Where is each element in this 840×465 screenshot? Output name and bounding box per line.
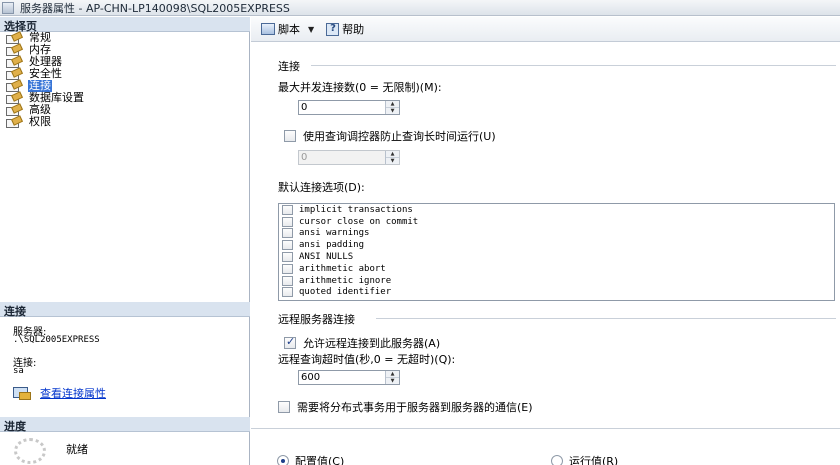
- remote-timeout-label: 远程查询超时值(秒,0 = 无超时)(Q):: [278, 353, 456, 366]
- remote-timeout-stepper[interactable]: 600 ▲ ▼: [298, 370, 400, 385]
- progress-area: 就绪: [0, 432, 250, 465]
- left-pane: 选择页 常规 内存 处理器 安全性 连接 数据库设置 高级 权限 连接 服务器:…: [0, 17, 250, 465]
- max-connections-stepper[interactable]: 0 ▲ ▼: [298, 100, 400, 115]
- connection-info: 服务器: .\SQL2005EXPRESS 连接: sa 查看连接属性: [0, 317, 250, 415]
- query-governor-stepper[interactable]: 0 ▲ ▼: [298, 150, 400, 165]
- option-label: ANSI NULLS: [299, 252, 354, 263]
- option-label: cursor close on commit: [299, 216, 419, 227]
- list-item[interactable]: ansi warnings: [279, 228, 834, 240]
- option-label: arithmetic ignore: [299, 275, 392, 286]
- list-item[interactable]: cursor close on commit: [279, 216, 834, 228]
- option-label: implicit transactions: [299, 204, 413, 215]
- default-options-label: 默认连接选项(D):: [278, 181, 365, 194]
- list-item[interactable]: implicit transactions: [279, 204, 834, 216]
- stepper-down-icon[interactable]: ▼: [386, 377, 399, 384]
- distributed-transactions-label: 需要将分布式事务用于服务器到服务器的通信(E): [297, 401, 533, 414]
- progress-header: 进度: [0, 417, 250, 433]
- option-checkbox[interactable]: [282, 287, 293, 298]
- script-button[interactable]: 脚本 ▼: [261, 21, 314, 37]
- view-connection-properties-link[interactable]: 查看连接属性: [40, 385, 106, 401]
- group-divider: [376, 318, 836, 319]
- view-connection-properties[interactable]: 查看连接属性: [13, 385, 106, 401]
- page-icon: [6, 105, 22, 116]
- help-label: 帮助: [342, 23, 365, 36]
- radio-button[interactable]: [277, 455, 289, 465]
- option-checkbox[interactable]: [282, 204, 293, 215]
- connection-header: 连接: [0, 302, 250, 318]
- radio-button[interactable]: [551, 455, 563, 465]
- page-list: 常规 内存 处理器 安全性 连接 数据库设置 高级 权限: [0, 32, 250, 128]
- distributed-transactions-option[interactable]: 需要将分布式事务用于服务器到服务器的通信(E): [278, 399, 533, 415]
- connection-value: sa: [13, 366, 24, 376]
- group-divider: [311, 65, 836, 66]
- page-icon: [6, 117, 22, 128]
- configured-values-label: 配置值(C): [295, 455, 345, 465]
- progress-spinner-icon: [14, 438, 46, 464]
- page-icon: [6, 57, 22, 68]
- option-checkbox[interactable]: [282, 228, 293, 239]
- connection-properties-icon: [13, 387, 31, 400]
- page-icon: [6, 33, 22, 44]
- max-connections-label: 最大并发连接数(0 = 无限制)(M):: [278, 81, 442, 94]
- chevron-down-icon[interactable]: ▼: [308, 25, 314, 34]
- page-item-permissions[interactable]: 权限: [0, 116, 250, 128]
- option-label: ansi warnings: [299, 228, 370, 239]
- option-checkbox[interactable]: [282, 216, 293, 227]
- option-checkbox[interactable]: [282, 252, 293, 263]
- server-value: .\SQL2005EXPRESS: [13, 335, 100, 345]
- window-title: 服务器属性 - AP-CHN-LP140098\SQL2005EXPRESS: [20, 1, 290, 15]
- help-icon: [326, 22, 340, 36]
- query-governor-value[interactable]: 0: [299, 151, 385, 164]
- page-icon: [6, 93, 22, 104]
- allow-remote-checkbox[interactable]: [284, 335, 296, 349]
- title-bar: 服务器属性 - AP-CHN-LP140098\SQL2005EXPRESS: [0, 0, 840, 16]
- configured-values-radio[interactable]: 配置值(C): [277, 453, 344, 465]
- stepper-down-icon[interactable]: ▼: [386, 157, 399, 164]
- list-item[interactable]: ansi padding: [279, 239, 834, 251]
- option-label: ansi padding: [299, 240, 365, 251]
- stepper-down-icon[interactable]: ▼: [386, 107, 399, 114]
- list-item[interactable]: arithmetic abort: [279, 263, 834, 275]
- running-values-radio[interactable]: 运行值(R): [551, 453, 618, 465]
- distributed-transactions-checkbox[interactable]: [278, 401, 290, 413]
- toolbar: 脚本 ▼ 帮助: [251, 17, 840, 42]
- connections-group-title: 连接: [278, 60, 300, 73]
- page-icon: [6, 81, 22, 92]
- query-governor-option[interactable]: 使用查询调控器防止查询长时间运行(U): [284, 128, 496, 144]
- option-label: arithmetic abort: [299, 263, 386, 274]
- form-content: 连接 最大并发连接数(0 = 无限制)(M): 0 ▲ ▼ 使用查询调控器防止查询…: [251, 43, 840, 465]
- help-button[interactable]: 帮助: [326, 21, 364, 37]
- default-options-list[interactable]: implicit transactions cursor close on co…: [278, 203, 835, 301]
- remote-group-title: 远程服务器连接: [278, 313, 355, 326]
- progress-status: 就绪: [66, 443, 88, 456]
- option-label: quoted identifier: [299, 287, 392, 298]
- allow-remote-label: 允许远程连接到此服务器(A): [303, 337, 441, 350]
- window-icon: [2, 1, 14, 14]
- allow-remote-option[interactable]: 允许远程连接到此服务器(A): [284, 335, 440, 351]
- remote-timeout-value[interactable]: 600: [299, 371, 385, 384]
- option-checkbox[interactable]: [282, 263, 293, 274]
- list-item[interactable]: ANSI NULLS: [279, 251, 834, 263]
- option-checkbox[interactable]: [282, 275, 293, 286]
- list-item[interactable]: arithmetic ignore: [279, 275, 834, 287]
- section-divider: [251, 428, 840, 429]
- running-values-label: 运行值(R): [569, 455, 619, 465]
- page-item-label: 权限: [29, 115, 51, 128]
- option-checkbox[interactable]: [282, 240, 293, 251]
- max-connections-value[interactable]: 0: [299, 101, 385, 114]
- script-icon: [261, 23, 275, 35]
- right-pane: 脚本 ▼ 帮助 连接 最大并发连接数(0 = 无限制)(M): 0 ▲▼ 使用查…: [251, 17, 840, 465]
- script-label: 脚本: [278, 23, 300, 36]
- query-governor-label: 使用查询调控器防止查询长时间运行(U): [303, 130, 496, 143]
- query-governor-checkbox[interactable]: [284, 130, 296, 142]
- page-icon: [6, 69, 22, 80]
- page-icon: [6, 45, 22, 56]
- list-item[interactable]: quoted identifier: [279, 287, 834, 299]
- select-page-header: 选择页: [0, 17, 250, 33]
